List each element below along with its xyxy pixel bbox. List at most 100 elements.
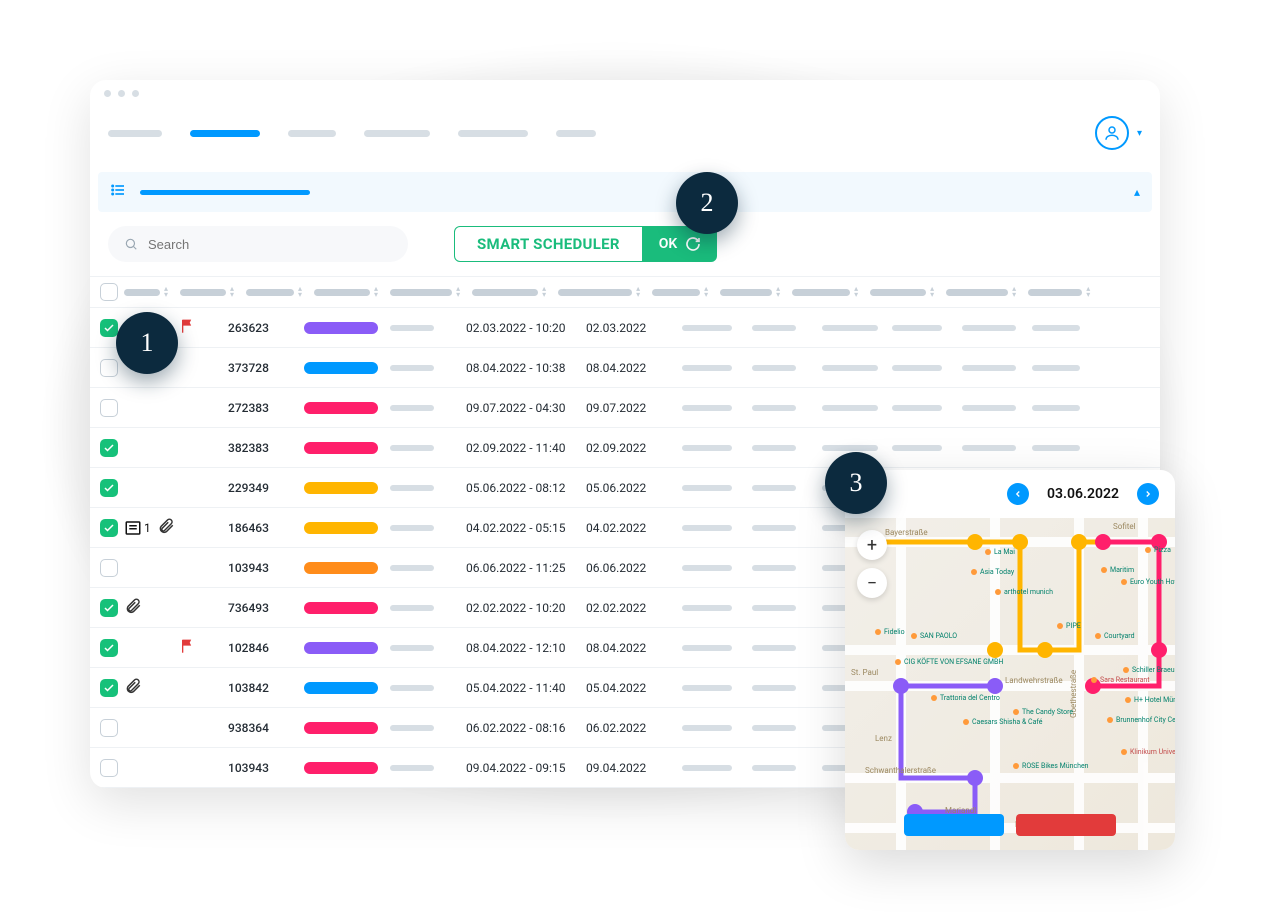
row-checkbox[interactable] (100, 599, 118, 617)
next-date-button[interactable] (1137, 483, 1159, 505)
row-checkbox[interactable] (100, 359, 118, 377)
column-header[interactable]: ▴▾ (180, 286, 234, 298)
placeholder-cell (676, 525, 746, 531)
smart-scheduler-button[interactable]: SMART SCHEDULER (454, 226, 643, 262)
placeholder-cell (384, 405, 460, 411)
row-checkbox[interactable] (100, 679, 118, 697)
status-cell (298, 762, 384, 774)
nav-tab[interactable] (364, 130, 430, 137)
row-checkbox[interactable] (100, 319, 118, 337)
prev-date-button[interactable] (1007, 483, 1029, 505)
placeholder-cell (886, 405, 956, 411)
note-indicator[interactable]: 1 (124, 519, 151, 537)
window-dot[interactable] (104, 90, 111, 97)
placeholder-cell (676, 605, 746, 611)
zoom-in-button[interactable]: + (857, 530, 887, 560)
column-header[interactable]: ▴▾ (946, 286, 1016, 298)
column-header[interactable]: ▴▾ (652, 286, 708, 298)
column-header[interactable]: ▴▾ (124, 286, 168, 298)
column-header[interactable]: ▴▾ (390, 286, 460, 298)
status-pill (304, 562, 378, 574)
table-row[interactable]: 38238302.09.2022 - 11:4002.09.2022 (90, 428, 1160, 468)
datetime-cell: 06.02.2022 - 08:16 (460, 721, 580, 735)
row-icons: 1 (118, 517, 174, 538)
top-nav: ▾ (90, 106, 1160, 172)
column-header[interactable]: ▴▾ (870, 286, 934, 298)
status-cell (298, 562, 384, 574)
placeholder-cell (746, 325, 816, 331)
legend-item[interactable] (904, 814, 1004, 836)
list-icon[interactable] (110, 182, 126, 202)
ok-label: OK (659, 236, 678, 252)
placeholder-cell (384, 365, 460, 371)
user-avatar[interactable] (1095, 116, 1129, 150)
map-canvas[interactable]: Bayerstraße Sofitel St. Paul Landwehrstr… (845, 518, 1175, 850)
attachment-indicator[interactable] (124, 677, 142, 698)
status-cell (298, 322, 384, 334)
row-checkbox[interactable] (100, 519, 118, 537)
column-header[interactable]: ▴▾ (720, 286, 780, 298)
nav-tab[interactable] (458, 130, 528, 137)
window-dot[interactable] (118, 90, 125, 97)
user-menu-chevron[interactable]: ▾ (1137, 128, 1142, 139)
column-header[interactable]: ▴▾ (792, 286, 858, 298)
map-street-label: Lenz (875, 734, 892, 743)
search-input[interactable] (108, 226, 408, 262)
placeholder-cell (384, 525, 460, 531)
column-header[interactable]: ▴▾ (246, 286, 302, 298)
row-checkbox[interactable] (100, 559, 118, 577)
datetime-cell: 08.04.2022 - 10:38 (460, 361, 580, 375)
row-checkbox[interactable] (100, 399, 118, 417)
nav-tab[interactable] (108, 130, 162, 137)
map-poi: La Mai (985, 548, 1015, 556)
window-dot[interactable] (132, 90, 139, 97)
flag-indicator[interactable] (180, 638, 196, 657)
column-header[interactable]: ▴▾ (558, 286, 640, 298)
column-header[interactable]: ▴▾ (314, 286, 378, 298)
zoom-out-button[interactable]: − (857, 568, 887, 598)
datetime-cell: 02.09.2022 - 11:40 (460, 441, 580, 455)
placeholder-cell (816, 365, 886, 371)
placeholder-cell (384, 645, 460, 651)
placeholder-cell (746, 605, 816, 611)
row-checkbox[interactable] (100, 639, 118, 657)
filter-bar: ▴ (98, 172, 1152, 212)
row-checkbox[interactable] (100, 759, 118, 777)
placeholder-cell (746, 685, 816, 691)
column-header[interactable]: ▴▾ (1028, 286, 1090, 298)
table-row[interactable]: 26362302.03.2022 - 10:2002.03.2022 (90, 308, 1160, 348)
nav-tab[interactable] (288, 130, 336, 137)
map-poi: H+ Hotel Münch (1125, 696, 1175, 704)
date-cell: 08.04.2022 (580, 641, 676, 655)
date-cell: 05.04.2022 (580, 681, 676, 695)
placeholder-cell (1026, 405, 1096, 411)
row-checkbox[interactable] (100, 479, 118, 497)
nav-tab[interactable] (556, 130, 596, 137)
select-all-checkbox[interactable] (100, 283, 118, 301)
window-controls (90, 80, 1160, 106)
date-cell: 06.02.2022 (580, 721, 676, 735)
placeholder-cell (384, 725, 460, 731)
placeholder-cell (746, 445, 816, 451)
row-checkbox[interactable] (100, 719, 118, 737)
collapse-icon[interactable]: ▴ (1134, 185, 1140, 199)
map-poi: arthotel munich (995, 588, 1053, 596)
row-checkbox[interactable] (100, 439, 118, 457)
placeholder-cell (816, 445, 886, 451)
flag-icon (180, 638, 196, 654)
attachment-indicator[interactable] (157, 517, 174, 538)
status-cell (298, 402, 384, 414)
column-header[interactable]: ▴▾ (472, 286, 546, 298)
flag-indicator[interactable] (180, 318, 196, 337)
search-field[interactable] (148, 237, 392, 252)
nav-tab-active[interactable] (190, 130, 260, 137)
placeholder-cell (1026, 365, 1096, 371)
attachment-indicator[interactable] (124, 597, 142, 618)
datetime-cell: 09.04.2022 - 09:15 (460, 761, 580, 775)
legend-item[interactable] (1016, 814, 1116, 836)
table-row[interactable]: 27238309.07.2022 - 04:3009.07.2022 (90, 388, 1160, 428)
placeholder-cell (384, 685, 460, 691)
placeholder-cell (746, 485, 816, 491)
table-row[interactable]: 37372808.04.2022 - 10:3808.04.2022 (90, 348, 1160, 388)
status-pill (304, 642, 378, 654)
